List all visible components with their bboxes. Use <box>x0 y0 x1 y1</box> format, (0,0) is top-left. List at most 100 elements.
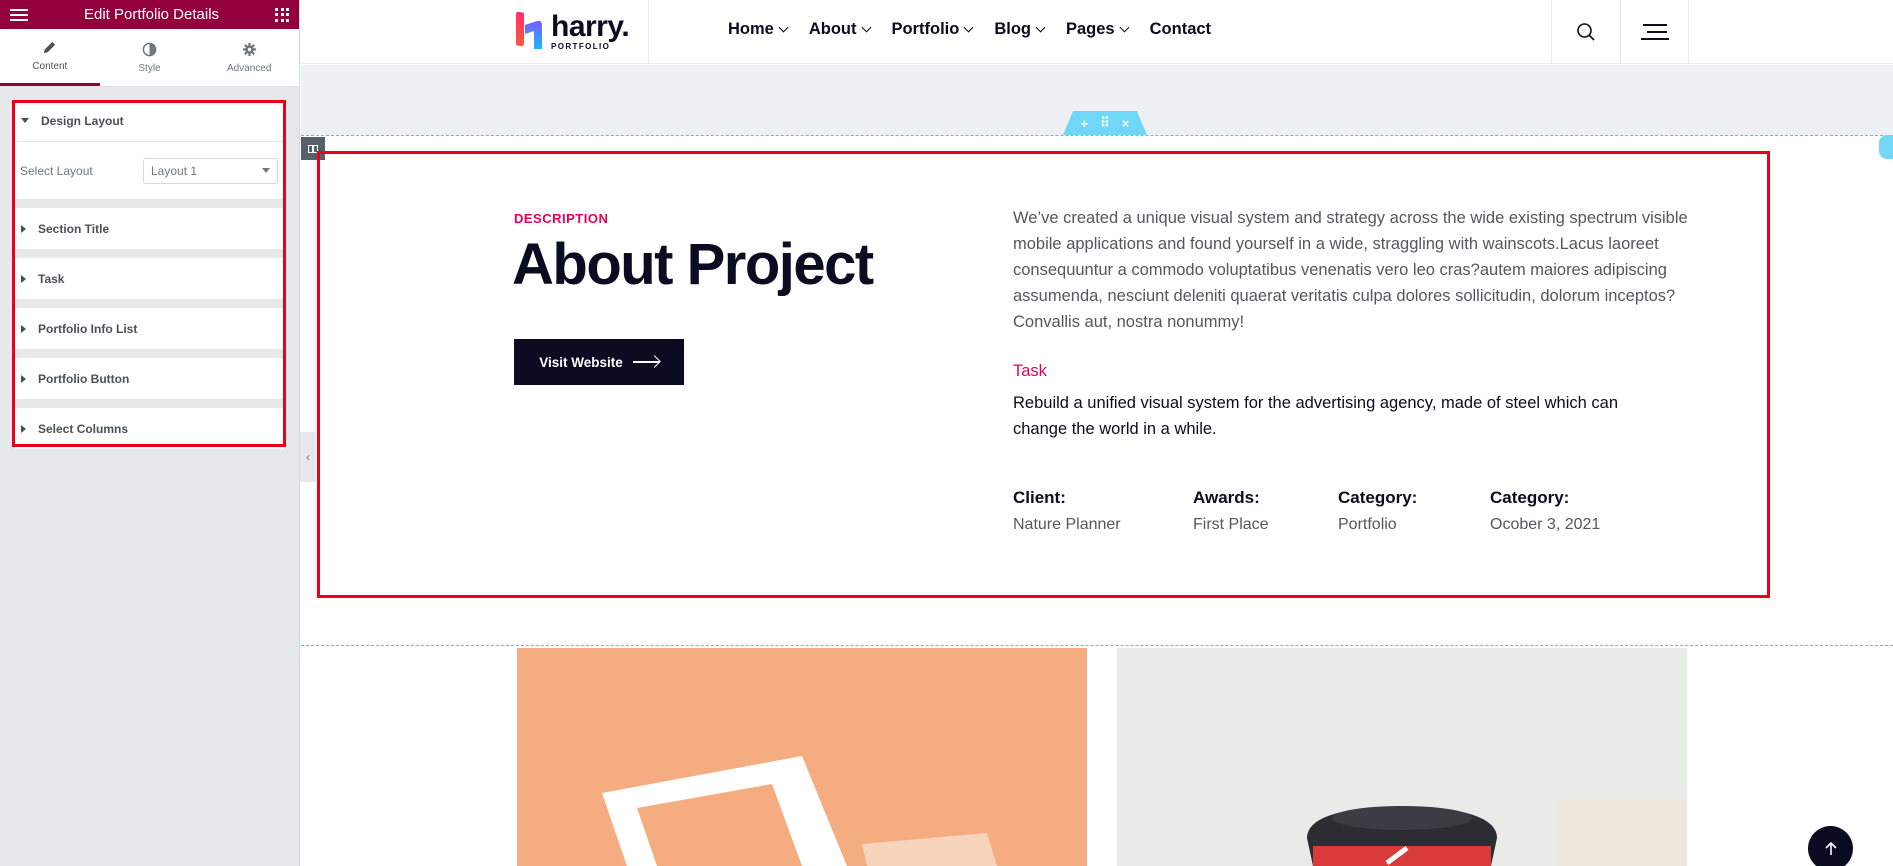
section-portfolio-info-list[interactable]: Portfolio Info List <box>14 308 284 349</box>
task-text: Rebuild a unified visual system for the … <box>1013 394 1619 438</box>
chevron-down-icon <box>861 22 871 32</box>
section-design-layout: Design Layout Select Layout Layout 1 <box>14 100 284 199</box>
main-nav: Home About Portfolio Blog Pages Contact <box>728 0 1211 58</box>
info-value: Portfolio <box>1338 516 1397 533</box>
info-category: Category: Portfolio <box>1338 488 1417 534</box>
visit-website-button[interactable]: Visit Website <box>514 339 684 385</box>
caret-right-icon <box>21 424 26 433</box>
caret-right-icon <box>21 224 26 233</box>
section-toggle[interactable]: Task <box>14 258 284 299</box>
arrow-up-icon <box>1824 841 1837 855</box>
section-portfolio-button[interactable]: Portfolio Button <box>14 358 284 399</box>
caret-down-icon <box>21 118 29 123</box>
edit-widget-icon[interactable] <box>1879 135 1893 159</box>
info-client: Client: Nature Planner <box>1013 488 1121 534</box>
section-toggle[interactable]: Section Title <box>14 208 284 249</box>
section-task[interactable]: Task <box>14 258 284 299</box>
scroll-to-top-button[interactable] <box>1808 826 1853 866</box>
info-key: Category: <box>1490 488 1570 507</box>
section-label: Portfolio Button <box>38 371 130 386</box>
select-layout-label: Select Layout <box>20 163 93 178</box>
section-toggle[interactable]: Portfolio Button <box>14 358 284 399</box>
close-icon[interactable]: × <box>1122 116 1130 131</box>
header-actions <box>1551 0 1689 64</box>
info-key: Client: <box>1013 488 1066 507</box>
section-select-columns[interactable]: Select Columns <box>14 408 284 449</box>
dropdown-arrow-icon <box>262 168 270 173</box>
panel-header: Edit Portfolio Details <box>0 0 299 29</box>
portfolio-image-left <box>517 648 1087 866</box>
section-design-layout-toggle[interactable]: Design Layout <box>14 100 284 141</box>
column-handle-icon[interactable] <box>301 137 325 160</box>
panel-title: Edit Portfolio Details <box>83 6 220 23</box>
logo[interactable]: harry. PORTFOLIO <box>513 8 649 54</box>
nav-item-about[interactable]: About <box>808 19 871 39</box>
tab-style[interactable]: Style <box>100 29 200 86</box>
select-layout-value: Layout 1 <box>151 163 198 178</box>
caret-right-icon <box>21 324 26 333</box>
nav-label: Portfolio <box>891 19 960 38</box>
nav-label: Contact <box>1149 19 1212 38</box>
about-title: About Project <box>512 232 874 297</box>
editor-panel: Edit Portfolio Details Content Style Adv… <box>0 0 300 866</box>
portfolio-image-right <box>1117 648 1687 866</box>
task-label: Task <box>1013 362 1047 380</box>
tab-style-label: Style <box>138 62 161 74</box>
chevron-down-icon <box>963 22 974 32</box>
offcanvas-menu-button[interactable] <box>1620 0 1689 64</box>
nav-label: About <box>808 19 857 38</box>
nav-label: Blog <box>994 19 1031 38</box>
info-value: Ocober 3, 2021 <box>1490 516 1601 533</box>
divider <box>648 0 649 64</box>
nav-label: Pages <box>1066 19 1115 38</box>
tab-advanced[interactable]: Advanced <box>199 29 299 86</box>
caret-right-icon <box>21 274 26 283</box>
nav-item-contact[interactable]: Contact <box>1150 20 1211 39</box>
section-handle[interactable]: + ⠿ × <box>1063 111 1147 135</box>
nav-item-pages[interactable]: Pages <box>1066 19 1130 39</box>
description-label: DESCRIPTION <box>514 211 609 226</box>
search-icon <box>1577 23 1595 41</box>
logo-subtitle: PORTFOLIO <box>551 41 611 51</box>
nav-item-blog[interactable]: Blog <box>994 19 1046 39</box>
logo-mark-icon <box>516 11 542 49</box>
add-icon[interactable]: + <box>1081 116 1089 131</box>
section-label: Task <box>38 271 65 286</box>
section-label: Portfolio Info List <box>38 321 138 336</box>
info-key: Awards: <box>1193 488 1260 507</box>
nav-label: Home <box>728 19 774 38</box>
apps-grid-icon[interactable] <box>275 7 289 22</box>
site-header: harry. PORTFOLIO Home About Portfolio Bl… <box>301 0 1893 64</box>
chevron-down-icon <box>778 22 789 32</box>
section-label: Section Title <box>38 221 110 236</box>
search-button[interactable] <box>1551 0 1620 64</box>
hamburger-menu-icon[interactable] <box>10 8 28 21</box>
section-label: Design Layout <box>41 113 124 128</box>
chevron-down-icon <box>1119 22 1130 32</box>
nav-item-home[interactable]: Home <box>728 19 789 39</box>
info-value: First Place <box>1193 516 1269 533</box>
info-date: Category: Ocober 3, 2021 <box>1490 488 1600 534</box>
card-graphic <box>602 756 997 866</box>
section-section-title[interactable]: Section Title <box>14 208 284 249</box>
caret-right-icon <box>21 374 26 383</box>
menu-icon <box>1640 24 1669 40</box>
select-layout-dropdown[interactable]: Layout 1 <box>143 157 278 184</box>
drag-handle-icon[interactable]: ⠿ <box>1100 115 1110 131</box>
info-value: Nature Planner <box>1013 516 1121 533</box>
section-label: Select Columns <box>38 421 129 436</box>
select-layout-control: Select Layout Layout 1 <box>14 141 284 199</box>
section-toggle[interactable]: Select Columns <box>14 408 284 449</box>
visit-website-label: Visit Website <box>539 354 623 370</box>
section-toggle[interactable]: Portfolio Info List <box>14 308 284 349</box>
nav-item-portfolio[interactable]: Portfolio <box>891 19 974 39</box>
control-sections: Design Layout Select Layout Layout 1 Sec… <box>14 100 284 458</box>
description-text: We’ve created a unique visual system and… <box>1013 209 1688 331</box>
gear-icon <box>242 42 256 56</box>
tab-content-label: Content <box>32 61 68 72</box>
info-awards: Awards: First Place <box>1193 488 1269 534</box>
arrow-right-icon <box>632 361 659 363</box>
info-key: Category: <box>1338 488 1418 507</box>
coffee-cup-graphic <box>1307 798 1687 866</box>
tab-content[interactable]: Content <box>0 29 100 86</box>
